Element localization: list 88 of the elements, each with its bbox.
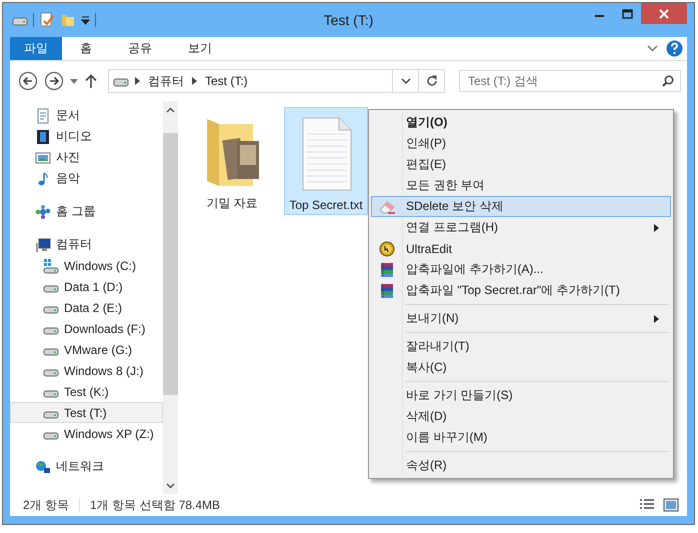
chevron-down-icon[interactable]	[647, 45, 658, 52]
menu-item[interactable]: 열기(O)	[371, 112, 671, 133]
menu-item[interactable]: 보내기(N)	[371, 308, 671, 329]
drive-icon	[43, 368, 59, 376]
ribbon-tab[interactable]: 공유	[110, 37, 170, 60]
scroll-down-icon[interactable]	[166, 481, 175, 490]
menu-item[interactable]: 연결 프로그램(H)	[371, 217, 671, 238]
nav-item[interactable]: 비디오	[10, 126, 163, 147]
nav-item[interactable]: 홈 그룹	[10, 201, 163, 222]
nav-item[interactable]: Test (K:)	[10, 381, 163, 402]
menu-item[interactable]: 모든 권한 부여	[371, 175, 671, 196]
drive-icon	[43, 432, 59, 440]
nav-item[interactable]: 문서	[10, 105, 163, 126]
back-button[interactable]	[18, 71, 38, 91]
maximize-icon	[622, 8, 632, 18]
help-icon[interactable]	[666, 40, 683, 57]
computer-icon	[35, 236, 51, 252]
picture-icon	[35, 150, 51, 166]
scrollbar[interactable]	[163, 101, 178, 494]
file-tab[interactable]: 파일	[10, 37, 62, 60]
nav-item[interactable]: Windows XP (Z:)	[10, 423, 163, 444]
menu-item[interactable]: UltraEdit	[371, 238, 671, 259]
menu-item[interactable]: 압축파일 "Top Secret.rar"에 추가하기(T)	[371, 280, 671, 301]
menu-item[interactable]: 속성(R)	[371, 455, 671, 476]
drive-icon	[43, 410, 59, 418]
nav-item[interactable]: Data 2 (E:)	[10, 297, 163, 318]
homegroup-icon	[35, 204, 51, 220]
nav-item[interactable]: 컴퓨터	[10, 234, 163, 255]
menu-item[interactable]: 인쇄(P)	[371, 133, 671, 154]
system-drive-icon	[43, 258, 59, 274]
document-icon	[35, 108, 51, 124]
ultraedit-icon	[378, 240, 396, 256]
window-title: Test (T:)	[324, 12, 374, 28]
menu-item[interactable]: 복사(C)	[371, 357, 671, 378]
search-field[interactable]: Test (T:) 검색	[459, 70, 681, 92]
ribbon-tab[interactable]: 보기	[170, 37, 230, 60]
nav-item[interactable]: 음악	[10, 168, 163, 189]
nav-item[interactable]: Windows (C:)	[10, 255, 163, 276]
drive-icon	[43, 348, 59, 356]
item-count: 2개 항목	[23, 496, 70, 514]
drive-icon	[43, 284, 59, 292]
submenu-arrow-icon	[654, 314, 660, 322]
chevron-down-icon	[400, 78, 410, 84]
nav-item[interactable]: Downloads (F:)	[10, 318, 163, 339]
archive-books-icon	[378, 282, 396, 298]
properties-icon[interactable]	[39, 12, 55, 28]
forward-button[interactable]	[44, 71, 64, 91]
close-icon	[659, 8, 669, 18]
selection-info: 1개 항목 선택함 78.4MB	[90, 496, 220, 514]
search-icon	[662, 75, 674, 87]
drive-icon	[43, 390, 59, 398]
menu-item[interactable]: 편집(E)	[371, 154, 671, 175]
network-icon	[35, 458, 51, 474]
menu-item[interactable]: 바로 가기 만들기(S)	[371, 385, 671, 406]
up-button[interactable]	[84, 73, 98, 89]
details-view-icon[interactable]	[639, 498, 655, 512]
film-icon	[35, 128, 51, 144]
drive-icon	[43, 326, 59, 334]
nav-item[interactable]: Data 1 (D:)	[10, 276, 163, 297]
nav-item[interactable]: VMware (G:)	[10, 339, 163, 360]
menu-item[interactable]: 이름 바꾸기(M)	[371, 427, 671, 448]
dropdown-icon[interactable]	[70, 78, 78, 84]
ribbon-tab[interactable]: 홈	[62, 37, 110, 60]
chevron-right-icon[interactable]	[135, 77, 140, 85]
close-button[interactable]	[641, 3, 687, 24]
nav-item[interactable]: Windows 8 (J:)	[10, 360, 163, 381]
chevron-right-icon[interactable]	[192, 77, 197, 85]
file-item[interactable]: 기밀 자료	[190, 107, 274, 215]
breadcrumb[interactable]: 컴퓨터	[146, 72, 186, 90]
breadcrumb[interactable]: Test (T:)	[203, 74, 250, 88]
scroll-up-icon[interactable]	[166, 106, 175, 115]
menu-item[interactable]: SDelete 보안 삭제	[371, 196, 671, 217]
file-item[interactable]: Top Secret.txt	[284, 107, 368, 215]
dropdown-icon[interactable]	[81, 16, 90, 24]
refresh-icon	[426, 75, 438, 87]
address-bar[interactable]: 컴퓨터 Test (T:)	[108, 69, 445, 93]
archive-books-icon	[378, 262, 396, 278]
nav-item[interactable]: Test (T:)	[10, 402, 163, 423]
menu-item[interactable]: 압축파일에 추가하기(A)...	[371, 259, 671, 280]
drive-icon	[43, 306, 59, 314]
minimize-icon	[594, 14, 604, 16]
eraser-icon	[378, 198, 396, 214]
nav-item[interactable]: 네트워크	[10, 456, 163, 477]
menu-item[interactable]: 삭제(D)	[371, 406, 671, 427]
menu-item[interactable]: 잘라내기(T)	[371, 336, 671, 357]
large-icons-view-icon[interactable]	[663, 498, 679, 512]
submenu-arrow-icon	[654, 224, 660, 232]
nav-item[interactable]: 사진	[10, 147, 163, 168]
